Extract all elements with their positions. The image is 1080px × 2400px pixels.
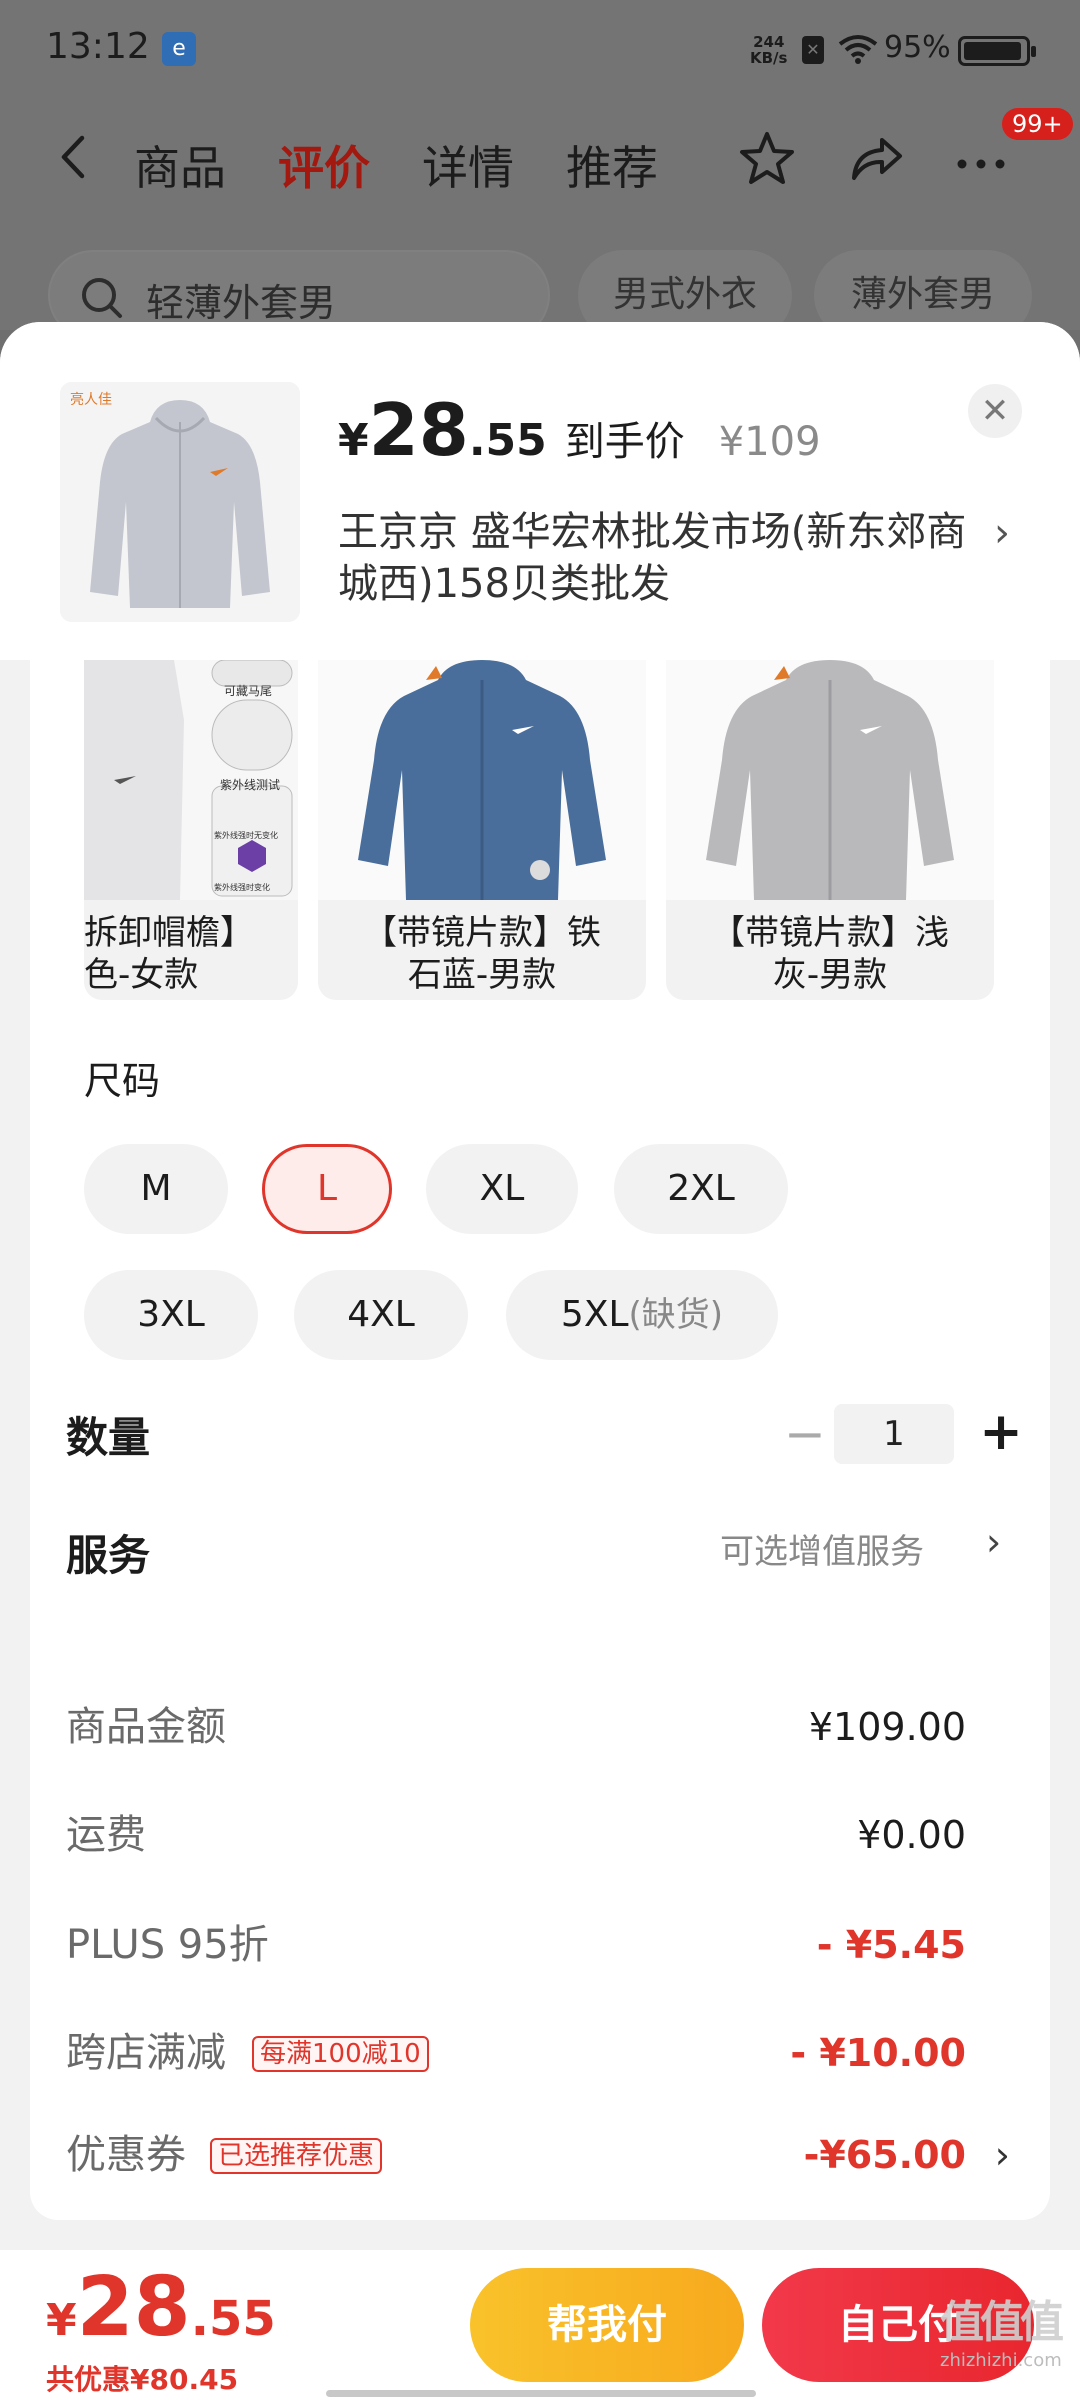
summary-row: 运费 ¥0.00 [30, 1800, 1050, 1870]
watermark: 值值值 zhizhizhi.com [940, 2286, 1064, 2371]
promo-tag: 每满100减10 [252, 2036, 429, 2072]
total-integer: 28 [76, 2260, 191, 2355]
search-icon [82, 278, 122, 318]
service-label: 服务 [66, 1531, 151, 1580]
summary-label: 跨店满减 [66, 2030, 226, 2076]
variant-option[interactable]: 可藏马尾 紫外线测试 紫外线强时无变化 紫外线强时变化 拆卸帽檐】 色-女款 [84, 660, 298, 1000]
size-option-m[interactable]: M [84, 1144, 228, 1234]
message-badge: 99+ [1002, 108, 1073, 140]
tab-details[interactable]: 详情 [422, 132, 514, 198]
search-input[interactable]: 轻薄外套男 [146, 272, 336, 327]
quantity-input[interactable]: 1 [834, 1404, 954, 1464]
wifi-icon [838, 35, 878, 64]
watermark-logo: 值值值 [940, 2297, 1064, 2348]
summary-label: PLUS 95折 [66, 1922, 269, 1968]
star-favorite-icon[interactable] [736, 128, 798, 190]
price-currency: ¥ [338, 415, 369, 466]
total-currency: ¥ [46, 2295, 77, 2346]
variant-tag: 紫外线强时无变化 [214, 831, 278, 840]
tab-product[interactable]: 商品 [134, 132, 226, 198]
size-option-5xl[interactable]: 5XL(缺货) [506, 1270, 778, 1360]
watermark-url: zhizhizhi.com [940, 2350, 1062, 2371]
variant-tag: 紫外线强时变化 [214, 883, 270, 892]
status-bar: 13:12 e 244 KB/s ✕ 95% [0, 0, 1080, 100]
svg-text:亮人佳: 亮人佳 [70, 391, 112, 408]
share-icon[interactable] [846, 128, 908, 190]
variant-image [318, 660, 646, 900]
size-option-3xl[interactable]: 3XL [84, 1270, 258, 1360]
chevron-right-icon[interactable]: › [986, 1520, 1001, 1564]
summary-value: ¥109.00 [808, 1705, 966, 1749]
variant-tag: 可藏马尾 [224, 684, 273, 698]
background-page: 13:12 e 244 KB/s ✕ 95% 商品 评价 详情 推荐 99+ 轻… [0, 0, 1080, 340]
tab-reviews[interactable]: 评价 [278, 132, 370, 198]
network-speed-value: 244 [753, 33, 785, 51]
price-label: 到手价 [564, 419, 685, 465]
help-me-pay-button[interactable]: 帮我付 [470, 2268, 744, 2382]
original-price: ¥109 [718, 419, 821, 465]
size-option-l[interactable]: L [262, 1144, 392, 1234]
product-thumbnail[interactable]: 亮人佳 [60, 382, 300, 622]
chevron-right-icon[interactable]: › [994, 510, 1010, 556]
promo-tag: 已选推荐优惠 [210, 2138, 383, 2174]
summary-value: ¥0.00 [857, 1813, 966, 1857]
price-summary: 商品金额 ¥109.00 运费 ¥0.00 PLUS 95折 - ¥5.45 跨… [30, 1660, 1050, 2220]
quantity-increase-button[interactable]: + [976, 1400, 1026, 1464]
network-speed-unit: KB/s [750, 49, 788, 67]
summary-label: 优惠券 [66, 2132, 186, 2178]
battery-icon [958, 36, 1036, 66]
chevron-right-icon[interactable]: › [995, 2120, 1010, 2190]
checkout-footer: ¥ 28 .55 共优惠¥80.45 帮我付 自己付 值值值 zhizhizhi… [0, 2250, 1080, 2400]
summary-label: 商品金额 [66, 1704, 226, 1750]
size-option-2xl[interactable]: 2XL [614, 1144, 788, 1234]
variant-option[interactable]: 【带镜片款】铁石蓝-男款 [318, 660, 646, 1000]
back-arrow-icon[interactable] [54, 132, 94, 182]
tab-recommend[interactable]: 推荐 [566, 132, 658, 198]
total-discount: 共优惠¥80.45 [46, 2363, 239, 2396]
more-menu-icon[interactable] [950, 128, 1012, 190]
coupon-row[interactable]: 优惠券 已选推荐优惠 -¥65.00 › [30, 2120, 1050, 2190]
app-notification-icon: e [162, 32, 196, 66]
total-price: ¥ 28 .55 [46, 2260, 276, 2355]
size-label: 5XL [560, 1294, 629, 1335]
variant-label: 【带镜片款】浅灰-男款 [711, 913, 949, 995]
total-decimal: .55 [190, 2291, 276, 2347]
summary-value: - ¥5.45 [816, 1923, 966, 1967]
sale-price: ¥ 28 .55 到手价 ¥109 [338, 388, 821, 472]
status-time: 13:12 [46, 26, 150, 67]
summary-value: - ¥10.00 [790, 2031, 966, 2075]
size-option-4xl[interactable]: 4XL [294, 1270, 468, 1360]
variant-image: 可藏马尾 紫外线测试 紫外线强时无变化 紫外线强时变化 [84, 660, 298, 900]
variant-image [666, 660, 994, 900]
product-navbar: 商品 评价 详情 推荐 99+ [0, 108, 1080, 210]
quantity-decrease-button[interactable]: − [780, 1404, 830, 1464]
battery-level [964, 42, 1021, 60]
price-decimal: .55 [468, 415, 547, 466]
close-icon: ✕ [980, 391, 1010, 431]
summary-label: 运费 [66, 1812, 146, 1858]
variant-tag: 紫外线测试 [220, 778, 281, 792]
size-option-xl[interactable]: XL [426, 1144, 578, 1234]
variant-option[interactable]: 【带镜片款】浅灰-男款 [666, 660, 994, 1000]
quantity-label: 数量 [66, 1413, 151, 1462]
summary-row: 商品金额 ¥109.00 [30, 1692, 1050, 1762]
sheet-header: 亮人佳 ¥ 28 .55 到手价 ¥109 ✕ 王京京 盛华宏林批发市场(新东郊… [0, 322, 1080, 660]
network-speed: 244 KB/s [750, 34, 787, 66]
variant-label: 【带镜片款】铁石蓝-男款 [363, 913, 601, 995]
home-indicator[interactable] [326, 2390, 756, 2397]
close-button[interactable]: ✕ [968, 384, 1022, 438]
out-of-stock-label: (缺货) [628, 1295, 724, 1335]
battery-percent: 95% [884, 30, 951, 65]
sim-off-icon: ✕ [802, 36, 824, 64]
size-title: 尺码 [84, 1059, 161, 1103]
summary-row[interactable]: 跨店满减 每满100减10 - ¥10.00 [30, 2018, 1050, 2088]
price-integer: 28 [368, 388, 469, 472]
variant-label: 拆卸帽檐】 色-女款 [84, 913, 254, 995]
seller-address[interactable]: 王京京 盛华宏林批发市场(新东郊商城西)158贝类批发 [338, 506, 978, 610]
sku-selector-sheet: 亮人佳 ¥ 28 .55 到手价 ¥109 ✕ 王京京 盛华宏林批发市场(新东郊… [0, 322, 1080, 2400]
service-value[interactable]: 可选增值服务 [720, 1524, 924, 1573]
jacket-image: 亮人佳 [60, 382, 300, 622]
summary-value: -¥65.00 [803, 2133, 966, 2177]
summary-row: PLUS 95折 - ¥5.45 [30, 1910, 1050, 1980]
